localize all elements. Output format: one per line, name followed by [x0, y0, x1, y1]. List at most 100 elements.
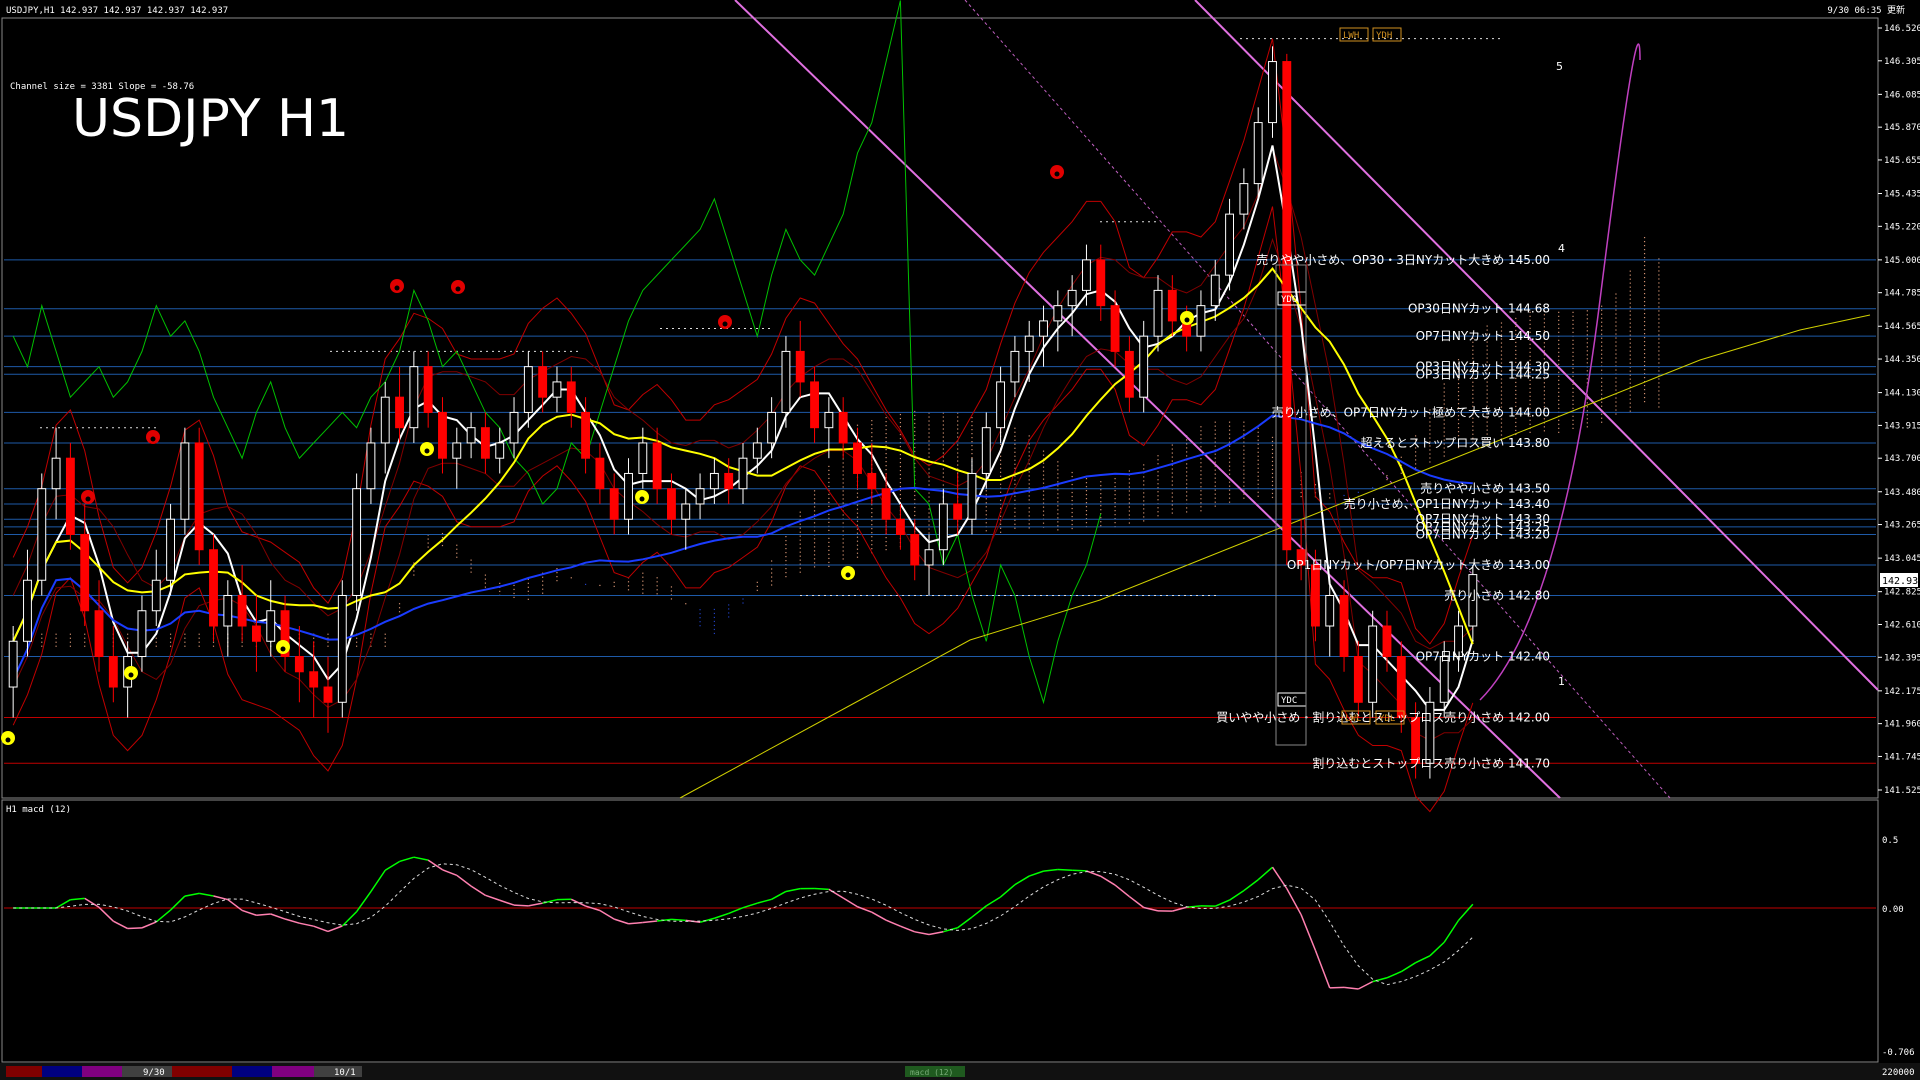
cloud-dot: [999, 483, 1002, 485]
cloud-dot: [914, 498, 916, 501]
cloud-dot: [799, 555, 801, 557]
price-chart[interactable]: USDJPY,H1 142.937 142.937 142.937 142.93…: [0, 0, 1920, 1080]
cloud-dot: [1114, 490, 1116, 492]
cloud-dot: [1443, 455, 1445, 457]
candle-body: [724, 472, 734, 490]
price-tick-label: 146.085: [1884, 90, 1920, 100]
cloud-dot: [1615, 301, 1617, 303]
cloud-dot: [1143, 520, 1145, 522]
candle-body: [94, 610, 104, 658]
cloud-dot: [885, 445, 887, 447]
cloud-dot: [1658, 402, 1660, 404]
cloud-dot: [1643, 348, 1646, 351]
cloud-dot: [1601, 325, 1603, 327]
price-tick-label: 144.565: [1884, 322, 1920, 332]
cloud-dot: [1558, 419, 1560, 421]
cloud-dot: [642, 580, 644, 582]
cloud-dot: [928, 528, 930, 530]
cloud-dot: [942, 448, 944, 450]
cloud-dot: [55, 645, 57, 647]
cloud-dot: [1128, 482, 1130, 484]
cloud-dot: [1271, 480, 1274, 483]
cloud-dot: [1028, 455, 1030, 457]
cloud-dot: [1643, 384, 1646, 387]
cloud-dot: [1615, 349, 1617, 351]
cloud-dot: [542, 584, 544, 586]
cloud-dot: [1257, 443, 1259, 445]
cloud-dot: [1128, 478, 1130, 480]
macd-tick-bottom: -0.706: [1882, 1048, 1915, 1058]
cloud-dot: [599, 584, 601, 587]
cloud-dot: [1529, 423, 1531, 425]
cloud-dot: [1186, 467, 1188, 469]
cloud-dot: [871, 528, 873, 530]
cloud-dot: [384, 641, 386, 643]
cloud-dot: [985, 514, 987, 516]
cloud-dot: [1629, 322, 1631, 324]
price-tick-label: 142.825: [1884, 588, 1920, 598]
cloud-dot: [1629, 354, 1631, 356]
cloud-dot: [828, 481, 830, 484]
cloud-dot: [1572, 403, 1574, 405]
candle-body: [65, 457, 75, 535]
cloud-dot: [1143, 468, 1145, 470]
cloud-dot: [1057, 517, 1059, 519]
cloud-dot: [1601, 353, 1603, 355]
cloud-dot: [1629, 286, 1631, 288]
cloud-dot: [756, 585, 758, 587]
cloud-dot: [1629, 382, 1631, 384]
cloud-dot: [842, 482, 844, 484]
cloud-dot: [842, 490, 844, 492]
cloud-dot: [1572, 427, 1574, 429]
cloud-dot: [1558, 331, 1560, 333]
cloud-dot: [928, 508, 930, 510]
cloud-dot: [1271, 436, 1274, 439]
cloud-dot: [1271, 460, 1274, 463]
cloud-dot: [1601, 421, 1603, 423]
cloud-dot: [713, 624, 715, 627]
cloud-dot: [1586, 314, 1588, 316]
level-label: OP7日NYカット 142.40: [1416, 650, 1550, 664]
price-tick-label: 144.130: [1884, 389, 1920, 399]
cloud-dot: [928, 416, 930, 418]
cloud-dot: [1629, 330, 1631, 332]
cloud-dot: [1558, 399, 1560, 401]
cloud-dot: [1658, 310, 1660, 312]
cloud-dot: [1186, 479, 1188, 481]
cloud-dot: [856, 520, 859, 522]
cloud-dot: [1643, 256, 1646, 259]
cloud-dot: [1572, 395, 1574, 397]
candle-body: [1153, 289, 1163, 337]
cloud-dot: [828, 493, 830, 496]
macd-main-segment: [127, 927, 142, 930]
cloud-dot: [871, 544, 873, 546]
candle-body: [853, 442, 862, 474]
cloud-dot: [1643, 324, 1646, 327]
signal-marker-dot: [639, 496, 645, 502]
cloud-dot: [885, 469, 887, 471]
cloud-dot: [785, 548, 787, 550]
signal-marker-dot: [85, 496, 91, 502]
cloud-dot: [1515, 325, 1517, 328]
cloud-dot: [1014, 479, 1016, 481]
cloud-dot: [470, 567, 472, 569]
cloud-dot: [1615, 381, 1617, 383]
candle-body: [1396, 656, 1406, 719]
cloud-dot: [1472, 425, 1474, 427]
price-tick-label: 142.395: [1884, 653, 1920, 663]
candle-body: [266, 610, 276, 642]
cloud-dot: [1257, 479, 1259, 481]
candle-body: [237, 594, 247, 627]
cloud-dot: [1085, 510, 1088, 512]
cloud-dot: [785, 556, 787, 558]
cloud-dot: [1271, 456, 1274, 459]
cloud-dot: [1128, 510, 1130, 512]
wave-label-4: 4: [1558, 242, 1565, 255]
cloud-dot: [799, 547, 801, 549]
cloud-dot: [1042, 498, 1045, 500]
cloud-dot: [1186, 475, 1188, 477]
signal-marker-dot: [845, 572, 851, 578]
candle-body: [795, 350, 805, 383]
cloud-dot: [169, 645, 172, 647]
cloud-dot: [1529, 319, 1531, 321]
